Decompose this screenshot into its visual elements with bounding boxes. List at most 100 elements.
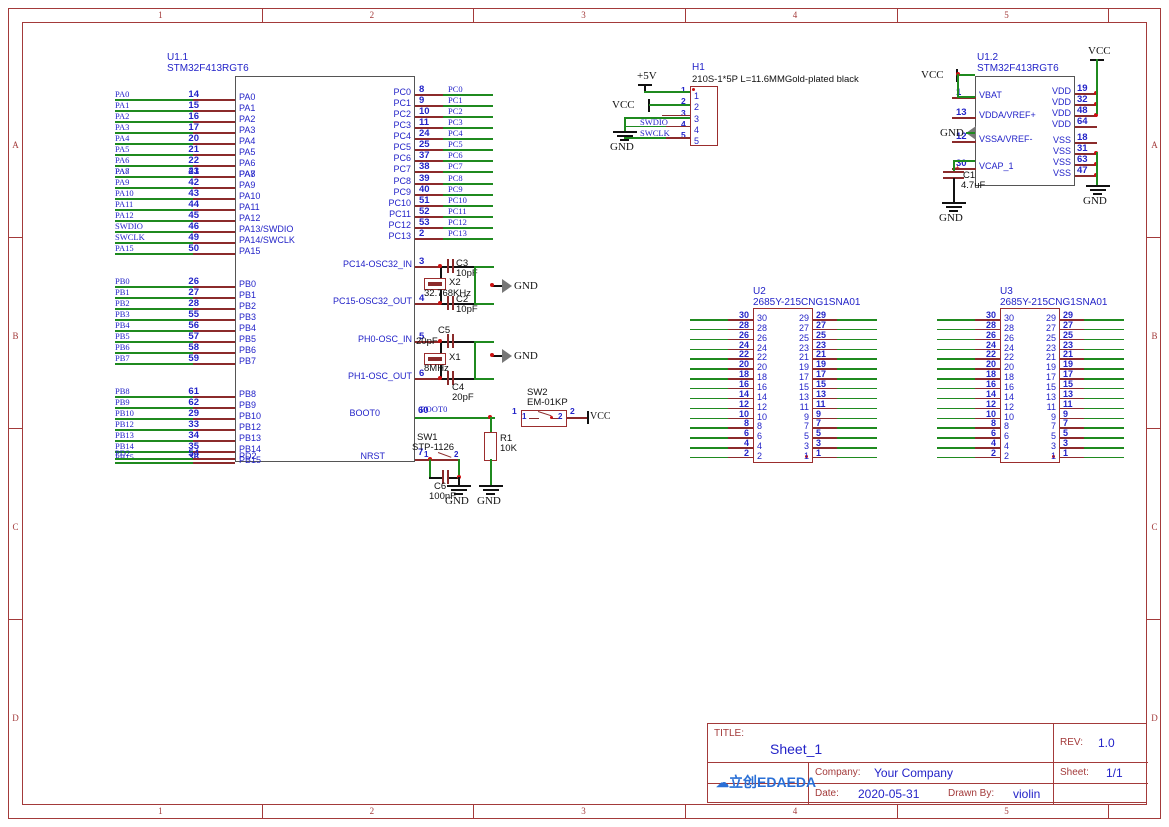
junction-dot xyxy=(438,339,442,343)
gnd-label-h1: GND xyxy=(610,141,634,153)
conn-pin-name-3: 3 xyxy=(803,441,809,452)
conn-pin-name-15: 15 xyxy=(1045,381,1056,392)
conn-pin-number-15: 15 xyxy=(1063,378,1074,389)
h1-pin-number-4: 4 xyxy=(681,118,686,129)
x2-plate xyxy=(428,282,442,286)
u1-2-pin-name-VDD-48: VDD xyxy=(1051,108,1071,118)
sw1-pin2: 2 xyxy=(454,450,459,459)
title-value: Sheet_1 xyxy=(770,741,823,757)
logo-text: 立创EDA xyxy=(729,774,787,790)
conn-pin-number-8: 8 xyxy=(990,418,996,429)
title-label: TITLE: xyxy=(714,728,745,739)
conn-pin-name-4: 4 xyxy=(1004,441,1010,452)
pin-name-PC1: PC1 xyxy=(393,98,411,108)
conn-pin-number-1: 1 xyxy=(816,447,822,458)
pin-name-PA12: PA12 xyxy=(239,213,261,223)
pin-number-27: 27 xyxy=(188,287,199,298)
osc32-gnd-topstub xyxy=(474,266,494,268)
conn-net-wire xyxy=(837,407,877,410)
pin-number-37: 37 xyxy=(419,150,430,161)
pin-name-PB0: PB0 xyxy=(239,279,257,289)
net-label-PC9: PC9 xyxy=(448,184,463,194)
conn-pin-number-14: 14 xyxy=(738,388,749,399)
net-label-SWCLK: SWCLK xyxy=(115,232,145,242)
r1-wire-bot xyxy=(490,459,492,485)
pin-number-44: 44 xyxy=(188,199,199,210)
pin-number-22: 22 xyxy=(188,155,199,166)
drawn-label: Drawn By: xyxy=(948,788,995,799)
sheet-value: 1/1 xyxy=(1106,766,1123,780)
pin-wire xyxy=(193,231,235,233)
boot0-net-label: BOOT0 xyxy=(420,404,448,414)
pin-number-38: 38 xyxy=(419,161,430,172)
conn-pin-name-11: 11 xyxy=(1046,401,1056,412)
junction-dot xyxy=(490,283,494,287)
conn-pin-number-19: 19 xyxy=(1063,359,1074,370)
frame-tick-right xyxy=(1147,618,1161,620)
net-label-PB1: PB1 xyxy=(115,287,130,297)
frame-row-right-A: A xyxy=(1151,140,1158,151)
conn-pin-name-6: 6 xyxy=(1004,431,1010,442)
conn-pin-number-22: 22 xyxy=(985,349,996,360)
pin-number-58: 58 xyxy=(188,342,199,353)
conn-pin-number-11: 11 xyxy=(816,398,826,409)
pin-number-43: 43 xyxy=(188,188,199,199)
sw2-vcc-wire xyxy=(567,417,589,419)
pin-number-41: 41 xyxy=(188,166,199,177)
pin-name-PA15: PA15 xyxy=(239,246,261,256)
net-label-PC0: PC0 xyxy=(448,84,463,94)
gnd-bar2-sw1 xyxy=(451,489,467,491)
pin-name-PB7: PB7 xyxy=(239,356,257,366)
conn-pin-number-11: 11 xyxy=(1063,398,1073,409)
gnd-label-vss: GND xyxy=(1083,195,1107,207)
conn-pin-number-5: 5 xyxy=(816,428,822,439)
vcc-bar-sw2 xyxy=(587,411,589,424)
conn-pin-number-30: 30 xyxy=(985,310,996,320)
junction-dot xyxy=(438,301,442,305)
pin-wire xyxy=(193,286,235,288)
conn-pin-name-9: 9 xyxy=(803,411,809,422)
conn-net-wire xyxy=(1084,397,1124,400)
h1-ref: H1 xyxy=(692,62,705,73)
frame-row-right-C: C xyxy=(1151,522,1158,533)
conn-pin-number-28: 28 xyxy=(985,319,996,330)
eda-logo: ☁立创EDAEDA xyxy=(716,774,817,790)
pin-name-PB8: PB8 xyxy=(239,389,257,399)
pin-name-PC2: PC2 xyxy=(393,109,411,119)
conn-pin-name-30: 30 xyxy=(757,313,768,323)
conn-pin-name-6: 6 xyxy=(757,431,763,442)
frame-col-1: 1 xyxy=(158,10,163,20)
net-label-SWDIO: SWDIO xyxy=(115,221,143,231)
conn-pin-number-5: 5 xyxy=(1063,428,1069,439)
pin-wire xyxy=(193,341,235,343)
conn-pin-name-15: 15 xyxy=(798,381,809,392)
pin-number-54: 54 xyxy=(188,448,199,459)
conn-pin-number-2: 2 xyxy=(990,447,996,458)
pin-number-2: 2 xyxy=(419,228,425,239)
conn-pin-number-20: 20 xyxy=(985,359,996,370)
conn-pin-name-5: 5 xyxy=(1050,431,1056,442)
pin-name-PB12: PB12 xyxy=(239,422,262,432)
sw2-pin2: 2 xyxy=(558,412,563,421)
pin-name-PC7: PC7 xyxy=(393,164,411,174)
r1-val: 10K xyxy=(500,443,517,454)
conn-pin-number-9: 9 xyxy=(1063,408,1069,419)
pin-number-20: 20 xyxy=(188,133,199,144)
h1-pin-number-1: 1 xyxy=(681,85,686,95)
conn-pin-name-7: 7 xyxy=(803,421,809,432)
net-label-PB3: PB3 xyxy=(115,309,130,319)
conn-net-wire xyxy=(837,417,877,419)
pin-number-52: 52 xyxy=(419,206,430,217)
pin-name-PC13: PC13 xyxy=(388,231,411,241)
pin-name-PC11: PC11 xyxy=(389,209,411,219)
conn-pin-name-18: 18 xyxy=(757,372,768,383)
pin-wire xyxy=(193,143,235,145)
c5-plate-b xyxy=(452,334,454,348)
conn-pin-number-17: 17 xyxy=(1063,369,1074,380)
pin-name-PA4: PA4 xyxy=(239,136,256,146)
frame-tick-left xyxy=(8,427,22,429)
pin-name-PA14/SWCLK: PA14/SWCLK xyxy=(239,235,295,245)
pin-name-PC5: PC5 xyxy=(393,142,411,152)
pin-name-PB10: PB10 xyxy=(239,411,262,421)
u1-2-pin-name-VDD-19: VDD xyxy=(1051,86,1071,96)
